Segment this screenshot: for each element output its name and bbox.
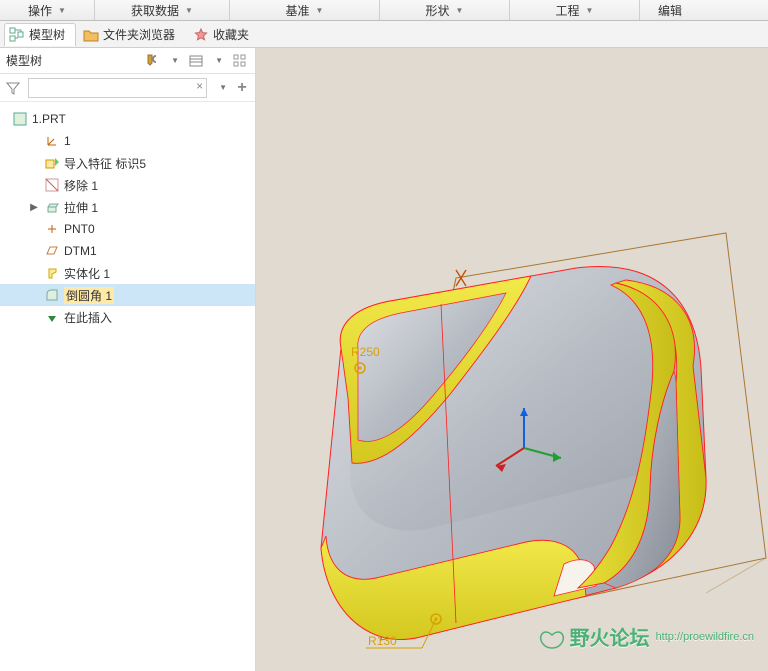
show-icon[interactable] [187,52,205,70]
tree-item[interactable]: 导入特征 标识5 [0,152,255,174]
tree-label: 1 [64,134,71,148]
chevron-down-icon: ▼ [58,6,66,15]
tools-icon[interactable] [143,52,161,70]
add-icon[interactable]: + [233,79,251,97]
tree-label: 1.PRT [32,112,66,126]
tree-item[interactable]: PNT0 [0,218,255,240]
chevron-down-icon[interactable]: ▼ [171,56,179,65]
tree-label: 导入特征 标识5 [64,155,146,172]
chevron-down-icon[interactable]: ▼ [215,56,223,65]
folder-icon [83,27,99,43]
tree-label: 拉伸 1 [64,199,98,216]
model-tree: 1.PRT 1 导入特征 标识5 移除 1 ▶ 拉伸 1 [0,102,255,671]
panel-toolbar: 模型树 ▼ ▼ [0,48,255,74]
solidify-icon [44,265,60,281]
ribbon-tab-edit[interactable]: 编辑 [640,0,700,20]
round-icon [44,287,60,303]
ribbon-bar: 操作▼ 获取数据▼ 基准▼ 形状▼ 工程▼ 编辑 [0,0,768,21]
tree-item-insert-here[interactable]: 在此插入 [0,306,255,328]
model-tree-icon [9,27,25,43]
ribbon-tab-shape[interactable]: 形状▼ [380,0,510,20]
panel-title: 模型树 [6,52,42,69]
graphics-viewport[interactable]: R250 R130 野火论坛 http://proewildfire.cn [256,48,768,671]
tab-favorites[interactable]: 收藏夹 [188,23,260,46]
tab-folder-browser[interactable]: 文件夹浏览器 [78,23,186,46]
tab-label: 模型树 [29,26,65,43]
tree-label: DTM1 [64,244,97,258]
chevron-down-icon: ▼ [316,6,324,15]
chevron-down-icon: ▼ [586,6,594,15]
tab-model-tree[interactable]: 模型树 [4,23,76,46]
tree-search-input[interactable] [28,78,207,98]
tab-label: 收藏夹 [213,26,249,43]
tree-item[interactable]: 移除 1 [0,174,255,196]
datum-plane-icon [44,243,60,259]
tree-item[interactable]: DTM1 [0,240,255,262]
ribbon-tab-datum[interactable]: 基准▼ [230,0,380,20]
clear-search-icon[interactable]: × [196,79,203,93]
tree-label: 移除 1 [64,177,98,194]
watermark: 野火论坛 http://proewildfire.cn [534,622,754,651]
point-icon [44,221,60,237]
navigator-tabs: 模型树 文件夹浏览器 收藏夹 [0,21,768,48]
chevron-down-icon: ▼ [185,6,193,15]
part-file-icon [12,111,28,127]
model-render: R250 R130 [256,48,768,671]
chevron-down-icon[interactable]: ▼ [219,83,227,92]
tree-item[interactable]: 1 [0,130,255,152]
tree-item-round[interactable]: 倒圆角 1 [0,284,255,306]
filter-row: × ▼ + [0,74,255,102]
ribbon-tab-getdata[interactable]: 获取数据▼ [95,0,230,20]
remove-icon [44,177,60,193]
ribbon-tab-engineering[interactable]: 工程▼ [510,0,640,20]
csys-icon [44,133,60,149]
favorites-icon [193,27,209,43]
tree-label: PNT0 [64,222,95,236]
tree-label: 倒圆角 1 [64,287,114,304]
tree-item[interactable]: 实体化 1 [0,262,255,284]
tree-root[interactable]: 1.PRT [0,108,255,130]
model-tree-panel: 模型树 ▼ ▼ × ▼ + 1.PRT [0,48,256,671]
import-feature-icon [44,155,60,171]
chevron-down-icon: ▼ [456,6,464,15]
ribbon-tab-operation[interactable]: 操作▼ [0,0,95,20]
expand-icon[interactable]: ▶ [28,202,40,213]
filter-icon[interactable] [4,79,22,97]
tree-label: 在此插入 [64,309,112,326]
svg-text:R250: R250 [351,345,380,359]
insert-here-icon [44,309,60,325]
tree-item-extrude[interactable]: ▶ 拉伸 1 [0,196,255,218]
watermark-text: 野火论坛 [570,622,650,651]
tab-label: 文件夹浏览器 [103,26,175,43]
extrude-icon [44,199,60,215]
settings-icon[interactable] [231,52,249,70]
tree-label: 实体化 1 [64,265,110,282]
svg-text:R130: R130 [368,634,397,648]
watermark-url: http://proewildfire.cn [656,631,754,643]
